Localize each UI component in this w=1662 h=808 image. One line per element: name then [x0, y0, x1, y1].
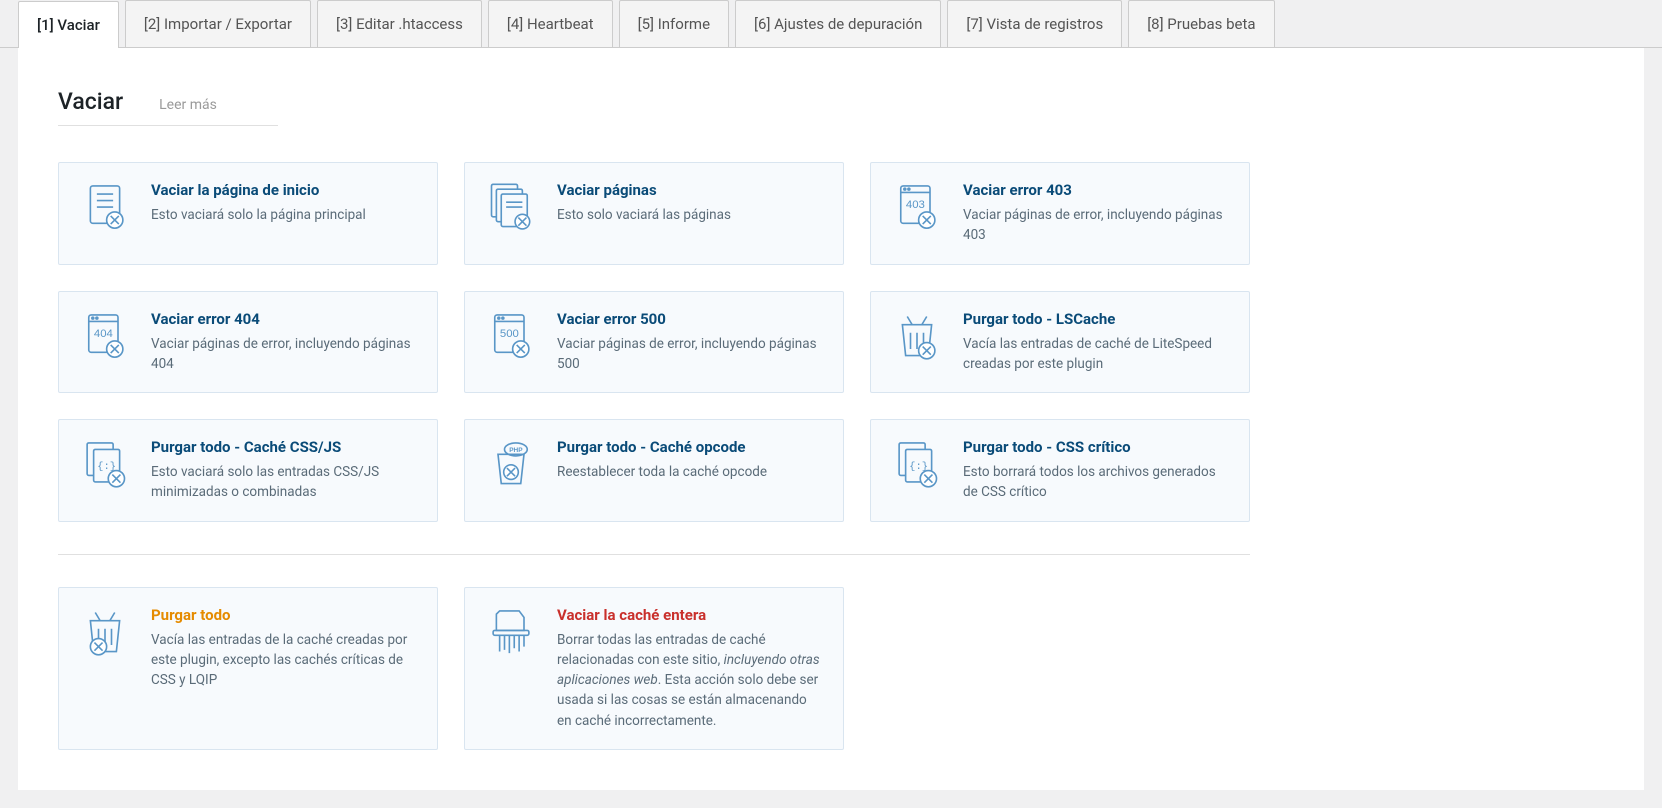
card-desc: Vaciar páginas de error, incluyendo pági… [151, 334, 417, 375]
tab-pruebas-beta[interactable]: [8] Pruebas beta [1128, 0, 1274, 47]
bin-php-icon: PHP [485, 438, 537, 503]
card-desc: Vacía las entradas de caché de LiteSpeed… [963, 334, 1229, 375]
card-desc: Borrar todas las entradas de caché relac… [557, 630, 823, 731]
tab-editar-htaccess[interactable]: [3] Editar .htaccess [317, 0, 482, 47]
documents-x-icon [485, 181, 537, 246]
tab-heartbeat[interactable]: [4] Heartbeat [488, 0, 613, 47]
card-desc: Reestablecer toda la caché opcode [557, 462, 823, 482]
card-desc: Esto borrará todos los archivos generado… [963, 462, 1229, 503]
card-purgar-todo[interactable]: Purgar todo Vacía las entradas de la cac… [58, 587, 438, 750]
tab-bar: [1] Vaciar [2] Importar / Exportar [3] E… [0, 0, 1662, 48]
card-desc: Vaciar páginas de error, incluyendo pági… [963, 205, 1229, 246]
card-desc: Esto solo vaciará las páginas [557, 205, 823, 225]
card-title: Vaciar la página de inicio [151, 181, 417, 199]
document-403-icon: 403 [891, 181, 943, 246]
shredder-icon [485, 606, 537, 731]
card-title: Purgar todo [151, 606, 417, 624]
card-desc: Esto vaciará solo las entradas CSS/JS mi… [151, 462, 417, 503]
content-panel: Vaciar Leer más Vaciar la página de inic… [18, 48, 1644, 790]
svg-text:404: 404 [94, 327, 113, 339]
card-desc: Vaciar páginas de error, incluyendo pági… [557, 334, 823, 375]
document-404-icon: 404 [79, 310, 131, 375]
read-more-link[interactable]: Leer más [159, 97, 217, 113]
card-title: Vaciar la caché entera [557, 606, 823, 624]
card-title: Purgar todo - LSCache [963, 310, 1229, 328]
svg-text:403: 403 [906, 199, 925, 211]
card-vaciar-error-404[interactable]: 404 Vaciar error 404 Vaciar páginas de e… [58, 291, 438, 394]
card-vaciar-inicio[interactable]: Vaciar la página de inicio Esto vaciará … [58, 162, 438, 265]
card-title: Purgar todo - Caché opcode [557, 438, 823, 456]
svg-text:PHP: PHP [509, 447, 523, 454]
card-purgar-css-critico[interactable]: {:} Purgar todo - CSS crítico Esto borra… [870, 419, 1250, 522]
card-vaciar-error-403[interactable]: 403 Vaciar error 403 Vaciar páginas de e… [870, 162, 1250, 265]
card-desc: Esto vaciará solo la página principal [151, 205, 417, 225]
card-title: Vaciar error 403 [963, 181, 1229, 199]
divider [58, 554, 1250, 555]
documents-code-icon: {:} [79, 438, 131, 503]
card-desc: Vacía las entradas de la caché creadas p… [151, 630, 417, 691]
card-title: Purgar todo - CSS crítico [963, 438, 1229, 456]
card-purgar-opcode[interactable]: PHP Purgar todo - Caché opcode Reestable… [464, 419, 844, 522]
card-vaciar-cache-entera[interactable]: Vaciar la caché entera Borrar todas las … [464, 587, 844, 750]
document-500-icon: 500 [485, 310, 537, 375]
tab-importar-exportar[interactable]: [2] Importar / Exportar [125, 0, 311, 47]
tab-ajustes-depuracion[interactable]: [6] Ajustes de depuración [735, 0, 941, 47]
section-header: Vaciar Leer más [58, 88, 278, 126]
card-vaciar-error-500[interactable]: 500 Vaciar error 500 Vaciar páginas de e… [464, 291, 844, 394]
bin-lscache-icon [891, 310, 943, 375]
tab-informe[interactable]: [5] Informe [619, 0, 729, 47]
tab-vista-registros[interactable]: [7] Vista de registros [947, 0, 1122, 47]
card-title: Vaciar páginas [557, 181, 823, 199]
card-title: Vaciar error 500 [557, 310, 823, 328]
documents-code-icon: {:} [891, 438, 943, 503]
card-purgar-cssjs[interactable]: {:} Purgar todo - Caché CSS/JS Esto vaci… [58, 419, 438, 522]
tab-vaciar[interactable]: [1] Vaciar [18, 1, 119, 48]
card-title: Purgar todo - Caché CSS/JS [151, 438, 417, 456]
svg-text:500: 500 [500, 327, 519, 339]
card-title: Vaciar error 404 [151, 310, 417, 328]
bin-x-icon [79, 606, 131, 731]
section-title: Vaciar [58, 88, 123, 115]
document-x-icon [79, 181, 131, 246]
card-purgar-lscache[interactable]: Purgar todo - LSCache Vacía las entradas… [870, 291, 1250, 394]
cards-grid: Vaciar la página de inicio Esto vaciará … [58, 162, 1604, 750]
card-vaciar-paginas[interactable]: Vaciar páginas Esto solo vaciará las pág… [464, 162, 844, 265]
